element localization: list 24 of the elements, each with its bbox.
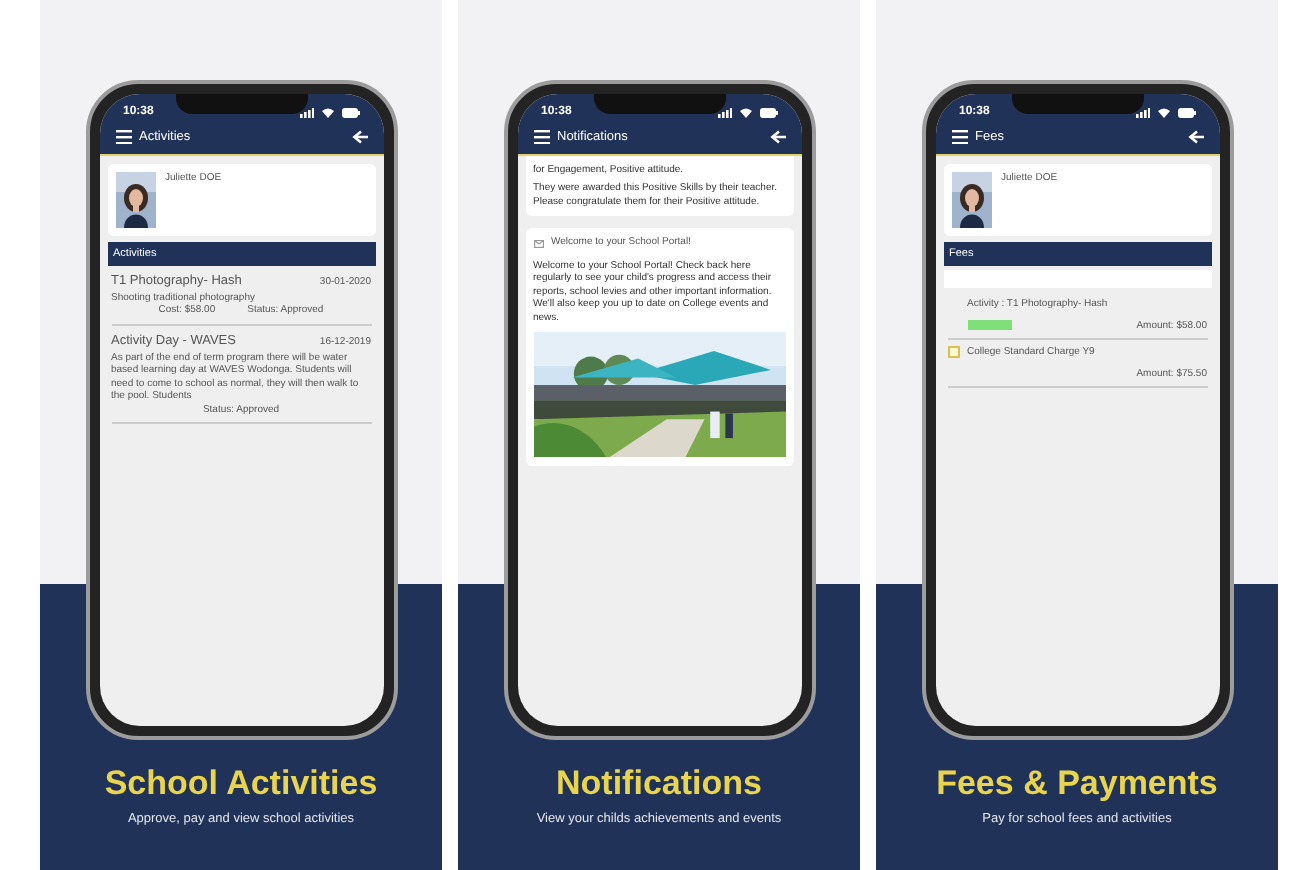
menu-icon[interactable] [951, 130, 967, 145]
signal-icon [299, 107, 313, 117]
mail-icon [533, 239, 543, 247]
back-arrow-icon[interactable] [769, 130, 785, 145]
back-arrow-icon[interactable] [351, 130, 367, 145]
battery-icon [759, 107, 777, 117]
signal-icon [1135, 107, 1149, 117]
caption-title: Fees & Payments [936, 766, 1218, 804]
battery-icon [1177, 107, 1195, 117]
caption-title: Notifications [556, 766, 762, 804]
wifi-icon [739, 107, 751, 117]
back-arrow-icon[interactable] [1187, 130, 1203, 145]
menu-icon[interactable] [115, 130, 131, 145]
phone-notch [593, 94, 725, 114]
signal-icon [717, 107, 731, 117]
wifi-icon [1157, 107, 1169, 117]
phone-notch [175, 94, 307, 114]
caption-title: School Activities [104, 766, 378, 804]
status-tag [967, 320, 1011, 331]
phone-notch [1011, 94, 1143, 114]
menu-icon[interactable] [533, 130, 549, 145]
checkbox[interactable] [947, 346, 959, 358]
battery-icon [341, 107, 359, 117]
wifi-icon [321, 107, 333, 117]
